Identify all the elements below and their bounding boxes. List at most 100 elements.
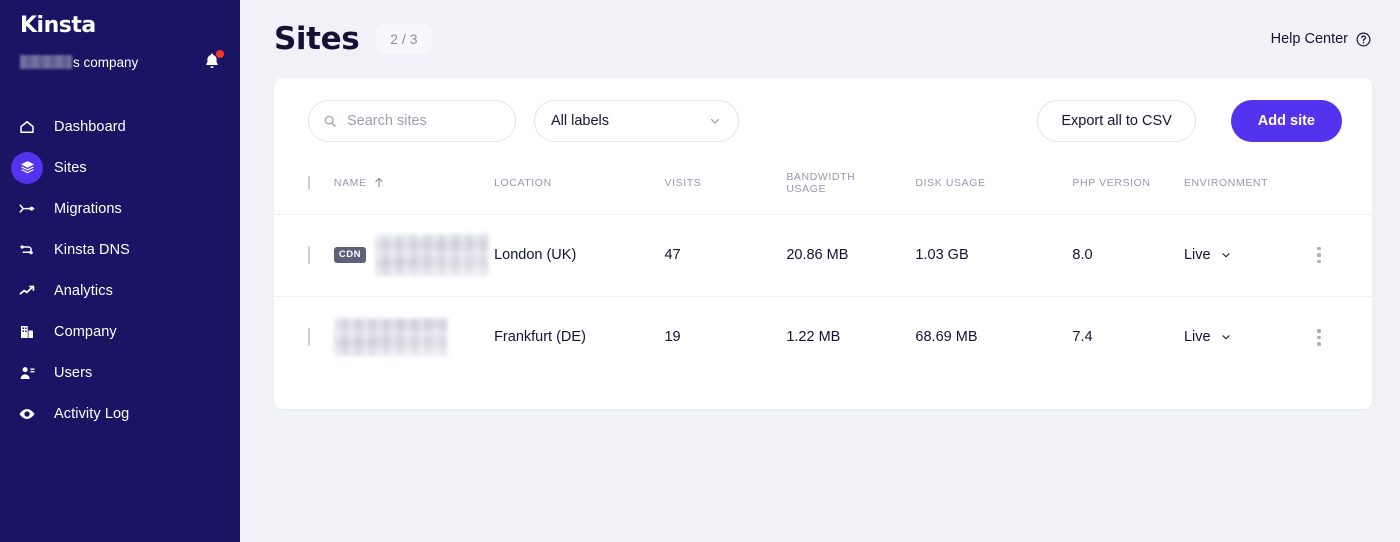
sidebar-item-dashboard[interactable]: Dashboard [0,106,240,147]
row-visits: 47 [664,213,787,296]
column-header-visits[interactable]: VISITS [664,162,786,214]
column-header-name[interactable]: NAME [334,162,494,214]
chevron-down-icon [710,118,720,124]
environment-dropdown[interactable]: Live [1184,329,1310,345]
sidebar-item-migrations[interactable]: Migrations [0,188,240,229]
sidebar-item-label: Dashboard [54,118,126,135]
select-all-header [274,162,334,214]
site-name-redaction [374,234,489,276]
chevron-down-icon [1221,335,1230,340]
row-environment-cell: Live [1183,213,1310,296]
company-row: s company [0,44,240,80]
row-actions-cell [1309,295,1372,378]
sidebar-item-label: Activity Log [54,405,130,422]
cdn-badge: CDN [333,247,366,263]
site-name-redaction [333,318,448,357]
analytics-icon [14,278,40,304]
sidebar-item-label: Company [54,323,117,340]
row-name-cell [333,295,495,378]
company-name: s company [20,55,202,70]
user-icon [14,360,40,386]
help-center-label: Help Center [1270,31,1348,47]
notification-dot [216,50,224,58]
sidebar: Kinsta s company Dashboard Sites Migrati… [0,0,240,542]
environment-value: Live [1183,247,1211,263]
row-actions-cell [1309,213,1372,296]
page-header: Sites 2 / 3 Help Center [240,0,1400,78]
row-actions-menu-button[interactable] [1310,329,1328,346]
table-header-row: NAME LOCATION VISITS BANDWIDTH USAGE DIS… [274,162,1372,214]
sidebar-item-label: Analytics [54,282,113,299]
migrate-icon [14,196,40,222]
layers-icon [11,151,43,184]
row-select-cell [274,295,334,378]
sort-ascending-icon [375,178,383,188]
row-checkbox[interactable] [308,246,310,264]
row-bandwidth: 1.22 MB [786,295,916,378]
sidebar-item-users[interactable]: Users [0,352,240,393]
environment-dropdown[interactable]: Live [1184,247,1310,263]
table-row[interactable]: Frankfurt (DE) 19 1.22 MB 68.69 MB 7.4 L… [274,295,1372,378]
search-icon [324,115,336,127]
building-icon [14,319,40,345]
help-center-link[interactable]: Help Center [1271,31,1372,48]
company-name-text: s company [73,54,139,70]
dns-icon [14,237,40,263]
row-actions-menu-button[interactable] [1310,246,1328,264]
kinsta-logo: Kinsta [20,13,96,38]
sidebar-item-label: Migrations [54,200,122,217]
environment-value: Live [1183,329,1211,346]
export-csv-button[interactable]: Export all to CSV [1037,100,1196,142]
row-bandwidth: 20.86 MB [786,213,916,296]
app-root: Kinsta s company Dashboard Sites Migrati… [0,0,1400,542]
notifications-button[interactable] [202,50,224,73]
sidebar-item-company[interactable]: Company [0,311,240,352]
column-header-disk-usage[interactable]: DISK USAGE [915,162,1072,214]
row-location: London (UK) [494,213,665,296]
table-row[interactable]: CDN London (UK) 47 20.86 MB 1.03 GB 8.0 … [274,213,1372,296]
sidebar-item-label: Users [54,364,93,381]
sidebar-item-analytics[interactable]: Analytics [0,270,240,311]
row-visits: 19 [664,295,787,378]
row-disk-usage: 1.03 GB [915,213,1073,296]
sites-table-body: CDN London (UK) 47 20.86 MB 1.03 GB 8.0 … [274,213,1372,378]
row-php-version: 7.4 [1072,295,1184,378]
labels-filter-value: All labels [551,113,610,129]
column-header-php-version[interactable]: PHP VERSION [1072,162,1184,214]
row-environment-cell: Live [1183,295,1310,378]
sites-table-head: NAME LOCATION VISITS BANDWIDTH USAGE DIS… [274,162,1372,214]
sidebar-item-activity-log[interactable]: Activity Log [0,393,240,434]
column-header-bandwidth-line1: BANDWIDTH [786,170,856,183]
column-header-name-label: NAME [333,176,367,189]
column-header-actions [1310,162,1372,214]
row-checkbox[interactable] [308,328,310,347]
company-name-redaction [20,55,72,69]
add-site-button[interactable]: Add site [1230,100,1342,142]
search-sites-box[interactable] [308,100,516,142]
sites-card: All labels Export all to CSV Add site [274,78,1372,409]
sites-table: NAME LOCATION VISITS BANDWIDTH USAGE DIS… [274,162,1372,378]
row-name-cell: CDN [333,213,495,296]
labels-filter-select[interactable]: All labels [534,100,739,142]
sidebar-nav: Dashboard Sites Migrations Kinsta DNS An… [0,106,240,434]
select-all-checkbox[interactable] [308,175,310,190]
column-header-bandwidth-line2: USAGE [786,182,827,195]
home-icon [14,114,40,140]
row-location: Frankfurt (DE) [494,295,665,378]
main-content: Sites 2 / 3 Help Center Search sites All… [240,0,1400,542]
brand[interactable]: Kinsta [0,0,240,40]
chevron-down-icon [1221,253,1230,258]
row-php-version: 8.0 [1072,213,1184,296]
row-disk-usage: 68.69 MB [915,295,1073,378]
page-title: Sites [274,21,360,57]
eye-icon [14,401,40,427]
column-header-environment[interactable]: ENVIRONMENT [1184,162,1310,214]
sidebar-item-label: Sites [54,159,87,176]
search-input[interactable] [347,113,497,129]
sites-toolbar: All labels Export all to CSV Add site [274,78,1372,142]
sidebar-item-sites[interactable]: Sites [0,147,240,188]
row-select-cell [274,213,334,296]
column-header-bandwidth[interactable]: BANDWIDTH USAGE [786,162,915,214]
column-header-location[interactable]: LOCATION [494,162,664,214]
sidebar-item-kinsta-dns[interactable]: Kinsta DNS [0,229,240,270]
